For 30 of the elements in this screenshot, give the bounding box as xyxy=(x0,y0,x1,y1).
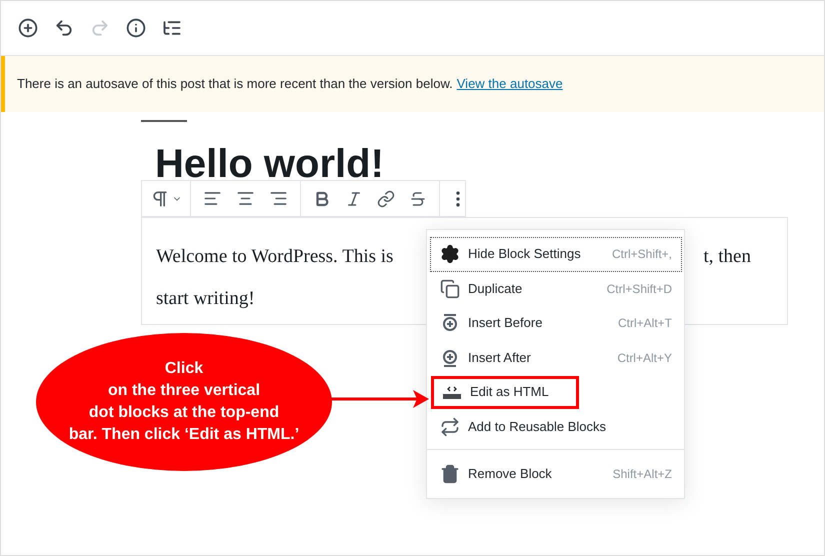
menu-item[interactable]: Remove Block Shift+Alt+Z xyxy=(431,458,681,490)
menu-item[interactable]: Edit as HTML xyxy=(431,376,579,408)
paragraph-text: t, then xyxy=(704,245,751,269)
info-icon[interactable] xyxy=(125,17,147,39)
copy-icon xyxy=(440,278,460,298)
insert-after-icon xyxy=(440,348,460,368)
strikethrough-icon[interactable] xyxy=(409,190,427,208)
link-icon[interactable] xyxy=(377,190,395,208)
callout-text: bar. Then click ‘Edit as HTML.’ xyxy=(68,425,300,445)
add-block-icon[interactable] xyxy=(17,17,39,39)
notice-text: There is an autosave of this post that is more recent than the version below. xyxy=(17,75,453,94)
menu-item[interactable]: Insert Before Ctrl+Alt+T xyxy=(431,306,681,340)
post-title: Hello world! xyxy=(155,142,385,186)
menu-item[interactable]: Add to Reusable Blocks xyxy=(431,410,681,443)
paragraph-text: start writing! xyxy=(156,287,255,311)
reusable-icon xyxy=(440,416,460,436)
trash-icon xyxy=(440,464,460,484)
italic-icon[interactable] xyxy=(345,190,363,208)
paragraph-text: Welcome to WordPress. This is xyxy=(156,245,394,269)
insert-before-icon xyxy=(440,313,460,333)
menu-item[interactable]: Insert After Ctrl+Alt+Y xyxy=(431,341,681,374)
menu-item[interactable]: Hide Block Settings Ctrl+Shift+, xyxy=(431,238,681,270)
align-right-icon[interactable] xyxy=(269,189,288,208)
align-center-icon[interactable] xyxy=(236,189,255,208)
autosave-link[interactable]: View the autosave xyxy=(456,74,563,94)
menu-item[interactable]: Duplicate Ctrl+Shift+D xyxy=(431,272,681,305)
callout-text: on the three vertical xyxy=(108,381,260,401)
callout-text: Click xyxy=(164,359,204,379)
callout-text: dot blocks at the top-end xyxy=(88,403,280,423)
align-left-icon[interactable] xyxy=(203,189,222,208)
